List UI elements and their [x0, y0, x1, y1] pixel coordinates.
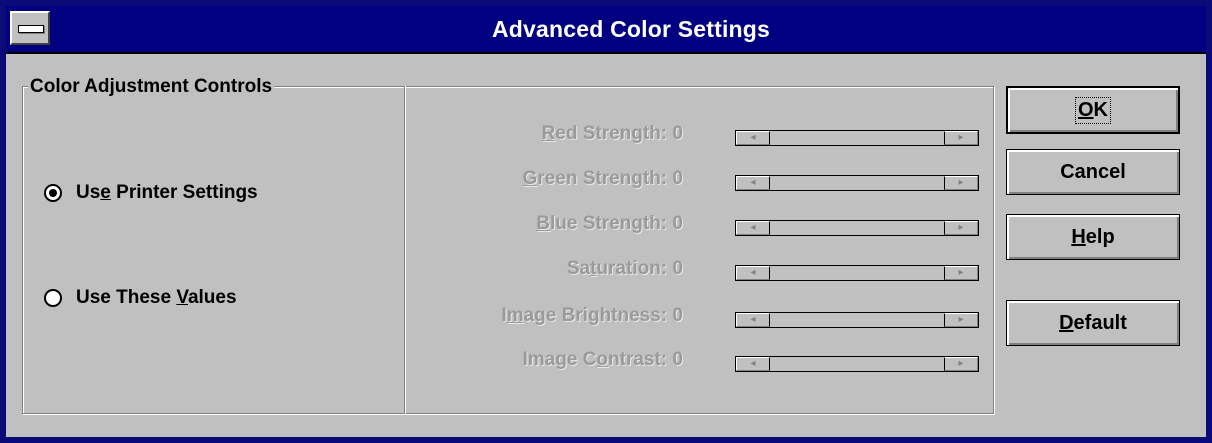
- slider-label: Image Contrast: 0: [522, 349, 683, 370]
- slider-value: 0: [672, 168, 683, 189]
- ok-button[interactable]: OK: [1006, 86, 1180, 134]
- slider-value: 0: [672, 213, 683, 234]
- blue-strength-scrollbar[interactable]: ◂ ▸: [735, 220, 979, 236]
- scroll-left-icon[interactable]: ◂: [736, 176, 770, 190]
- cancel-button-label: Cancel: [1060, 160, 1126, 183]
- scroll-left-icon[interactable]: ◂: [736, 266, 770, 280]
- slider-label: Blue Strength: 0: [536, 213, 683, 234]
- green-strength-scrollbar[interactable]: ◂ ▸: [735, 175, 979, 191]
- group-divider: [404, 86, 406, 414]
- slider-value: 0: [672, 258, 683, 279]
- image-contrast-scrollbar[interactable]: ◂ ▸: [735, 356, 979, 372]
- slider-row-image-brightness: Image Brightness: 0 ◂ ▸: [420, 302, 980, 330]
- system-menu-icon: [18, 25, 44, 33]
- scroll-right-icon[interactable]: ▸: [944, 357, 978, 371]
- title-bar[interactable]: Advanced Color Settings: [6, 6, 1206, 54]
- scroll-right-icon[interactable]: ▸: [944, 313, 978, 327]
- slider-value: 0: [672, 349, 683, 370]
- scroll-left-icon[interactable]: ◂: [736, 313, 770, 327]
- radio-unchecked-icon: [44, 289, 62, 307]
- scroll-left-icon[interactable]: ◂: [736, 131, 770, 145]
- slider-label: Red Strength: 0: [541, 123, 683, 144]
- slider-label: Green Strength: 0: [522, 168, 684, 189]
- scroll-right-icon[interactable]: ▸: [944, 176, 978, 190]
- radio-label: Use These Values: [76, 287, 237, 308]
- image-brightness-scrollbar[interactable]: ◂ ▸: [735, 312, 979, 328]
- group-title: Color Adjustment Controls: [28, 76, 275, 98]
- slider-label: Saturation: 0: [566, 258, 683, 279]
- red-strength-scrollbar[interactable]: ◂ ▸: [735, 130, 979, 146]
- slider-value: 0: [672, 123, 683, 144]
- saturation-scrollbar[interactable]: ◂ ▸: [735, 265, 979, 281]
- radio-use-printer-settings[interactable]: Use Printer Settings: [44, 179, 258, 207]
- radio-checked-icon: [44, 184, 62, 202]
- slider-row-red-strength: Red Strength: 0 ◂ ▸: [420, 120, 980, 148]
- scroll-right-icon[interactable]: ▸: [944, 131, 978, 145]
- cancel-button[interactable]: Cancel: [1006, 149, 1180, 195]
- ok-button-label: OK: [1074, 96, 1112, 124]
- scroll-right-icon[interactable]: ▸: [944, 266, 978, 280]
- scroll-left-icon[interactable]: ◂: [736, 221, 770, 235]
- slider-row-blue-strength: Blue Strength: 0 ◂ ▸: [420, 210, 980, 238]
- help-button[interactable]: Help: [1006, 214, 1180, 260]
- default-button-label: Default: [1059, 311, 1127, 334]
- slider-value: 0: [672, 305, 683, 326]
- slider-row-image-contrast: Image Contrast: 0 ◂ ▸: [420, 346, 980, 374]
- help-button-label: Help: [1071, 225, 1115, 248]
- radio-label: Use Printer Settings: [76, 182, 258, 203]
- slider-label: Image Brightness: 0: [501, 305, 683, 326]
- system-menu-button[interactable]: [10, 11, 50, 45]
- slider-row-saturation: Saturation: 0 ◂ ▸: [420, 255, 980, 283]
- scroll-right-icon[interactable]: ▸: [944, 221, 978, 235]
- window-title: Advanced Color Settings: [491, 16, 771, 42]
- scroll-left-icon[interactable]: ◂: [736, 357, 770, 371]
- radio-use-these-values[interactable]: Use These Values: [44, 284, 237, 312]
- default-button[interactable]: Default: [1006, 300, 1180, 346]
- slider-row-green-strength: Green Strength: 0 ◂ ▸: [420, 165, 980, 193]
